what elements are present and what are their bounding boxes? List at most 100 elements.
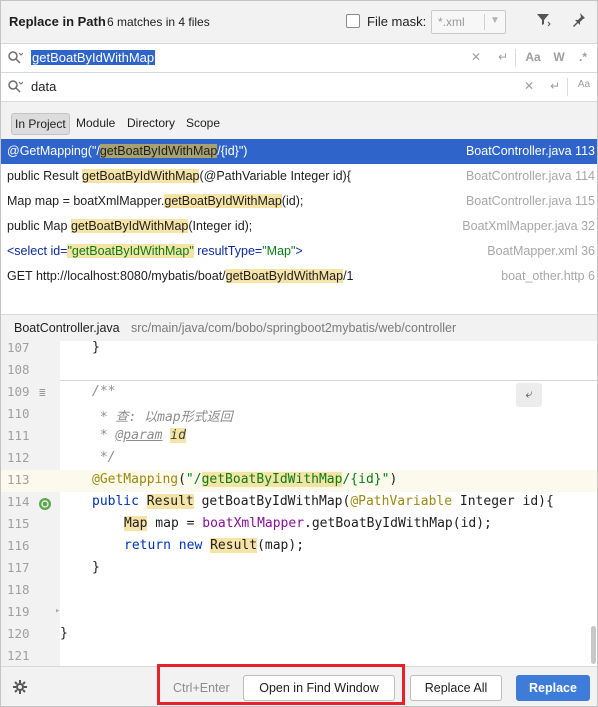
preserve-case-icon[interactable]: Aa: [575, 79, 593, 90]
keyword: return: [124, 538, 171, 553]
doc-comment-icon[interactable]: ≣: [39, 386, 46, 399]
result-text: <select id="getBoatByIdWithMap" resultTy…: [7, 244, 303, 258]
result-match: getBoatByIdWithMap: [99, 144, 218, 158]
newline-icon[interactable]: ↵: [546, 79, 564, 93]
search-icon[interactable]: [7, 50, 23, 66]
code-line: 120 }: [1, 624, 597, 646]
result-match: getBoatByIdWithMap: [70, 219, 189, 233]
preview-file-path: src/main/java/com/bobo/springboot2mybati…: [131, 321, 457, 335]
result-row[interactable]: public Result getBoatByIdWithMap(@PathVa…: [1, 164, 597, 189]
fold-icon[interactable]: ▸: [55, 606, 60, 616]
line-number: 116: [7, 538, 30, 553]
result-text: GET http://localhost:8080/mybatis/boat/g…: [7, 269, 354, 283]
result-match: getBoatByIdWithMap: [225, 269, 344, 283]
code-rest: Integer id){: [452, 494, 554, 509]
line-number: 121: [7, 648, 30, 663]
dialog-title: Replace in Path: [9, 14, 106, 29]
separator: [567, 78, 568, 96]
code-mid: map =: [147, 516, 203, 531]
line-number: 114: [7, 494, 30, 509]
web-endpoint-icon[interactable]: [38, 497, 52, 511]
tab-in-project[interactable]: In Project: [11, 113, 70, 135]
result-row[interactable]: GET http://localhost:8080/mybatis/boat/g…: [1, 264, 597, 289]
code-line: 117 }: [1, 558, 597, 580]
result-post: /{id}"): [217, 144, 248, 158]
tab-module[interactable]: Module: [73, 113, 118, 135]
newline-icon[interactable]: ↵: [494, 50, 512, 64]
code-punct: ): [389, 472, 398, 487]
code-rest: .getBoatByIdWithMap(id);: [304, 516, 492, 531]
match-case-icon[interactable]: Aa: [524, 50, 542, 64]
highlight-annotation-box: [157, 664, 405, 705]
find-input[interactable]: getBoatByIdWithMap: [31, 50, 156, 65]
result-xml-tag: <select: [7, 244, 51, 258]
result-pre: public Map: [7, 219, 71, 233]
result-row[interactable]: public Map getBoatByIdWithMap(Integer id…: [1, 214, 597, 239]
file-mask-label: File mask:: [367, 14, 427, 29]
file-mask-checkbox[interactable]: [346, 14, 360, 28]
chevron-down-icon[interactable]: ▼: [490, 15, 500, 26]
replace-button[interactable]: Replace: [516, 675, 590, 701]
code-line: 111 * @param id: [1, 426, 597, 448]
pin-icon[interactable]: [569, 11, 589, 31]
gear-icon[interactable]: [12, 679, 28, 695]
line-number: 119: [7, 604, 30, 619]
code-line-current: 113 @GetMapping("/getBoatByIdWithMap/{id…: [1, 470, 597, 492]
regex-icon[interactable]: .*: [574, 50, 592, 64]
separator: [515, 49, 516, 67]
code-line: 110 * 查: 以map形式返回: [1, 404, 597, 426]
line-number: 112: [7, 450, 30, 465]
field-name: boatXmlMapper: [202, 516, 305, 531]
result-text: Map map = boatXmlMapper.getBoatByIdWithM…: [7, 194, 303, 208]
keyword: public: [92, 494, 139, 509]
clear-icon[interactable]: ✕: [467, 50, 485, 64]
clear-icon[interactable]: ✕: [520, 79, 538, 93]
result-post: (@PathVariable Integer id){: [199, 169, 351, 183]
result-file: BoatXmlMapper.java 32: [462, 219, 595, 233]
doc-star: *: [92, 428, 116, 443]
find-input-text: getBoatByIdWithMap: [31, 50, 156, 65]
search-icon[interactable]: [7, 79, 23, 95]
code-text: }: [92, 340, 100, 355]
line-number: 108: [7, 362, 30, 377]
result-xml-value: "Map": [262, 244, 296, 258]
line-number: 118: [7, 582, 30, 597]
line-number: 115: [7, 516, 30, 531]
result-text: public Map getBoatByIdWithMap(Integer id…: [7, 219, 252, 233]
line-number: 107: [7, 340, 30, 355]
result-pre: @GetMapping("/: [7, 144, 100, 158]
annotation: @PathVariable: [350, 494, 453, 509]
code-preview[interactable]: 107 } 108 109 ≣ /** ⤶ 110 * 查: 以map形式返回 …: [1, 338, 597, 666]
result-row[interactable]: @GetMapping("/getBoatByIdWithMap/{id}") …: [1, 139, 597, 164]
result-pre: Map map = boatXmlMapper.: [7, 194, 165, 208]
result-file: boat_other.http 6: [501, 269, 595, 283]
string-literal: "/: [185, 472, 202, 487]
type-name: Result: [146, 494, 194, 509]
code-line: 119 ▸: [1, 602, 597, 624]
code-line: 108: [1, 360, 597, 382]
filter-icon[interactable]: [533, 11, 553, 31]
result-text: public Result getBoatByIdWithMap(@PathVa…: [7, 169, 351, 183]
method-name: getBoatByIdWithMap(: [193, 494, 351, 509]
tab-scope[interactable]: Scope: [183, 113, 223, 135]
result-xml-attr: id=: [50, 244, 68, 258]
code-text: * @param id: [92, 428, 186, 443]
results-list: @GetMapping("/getBoatByIdWithMap/{id}") …: [1, 139, 597, 314]
file-mask-separator: [484, 14, 485, 30]
result-xml-attr: resultType=: [193, 244, 263, 258]
file-mask-combo[interactable]: *.xml ▼: [431, 10, 506, 34]
file-mask-value: *.xml: [438, 15, 465, 29]
replace-all-button[interactable]: Replace All: [410, 675, 502, 701]
result-pre: public Result: [7, 169, 83, 183]
result-match: "getBoatByIdWithMap": [67, 244, 194, 258]
code-line: 107 }: [1, 338, 597, 360]
result-row[interactable]: <select id="getBoatByIdWithMap" resultTy…: [1, 239, 597, 264]
editor-scrollbar[interactable]: [591, 626, 596, 664]
result-row[interactable]: Map map = boatXmlMapper.getBoatByIdWithM…: [1, 189, 597, 214]
words-icon[interactable]: W: [550, 50, 568, 64]
code-text: public Result getBoatByIdWithMap(@PathVa…: [92, 494, 554, 509]
result-file: BoatController.java 113: [465, 144, 595, 158]
tab-directory[interactable]: Directory: [124, 113, 178, 135]
replace-input[interactable]: data: [31, 79, 56, 94]
result-file: BoatController.java 114: [465, 169, 595, 183]
